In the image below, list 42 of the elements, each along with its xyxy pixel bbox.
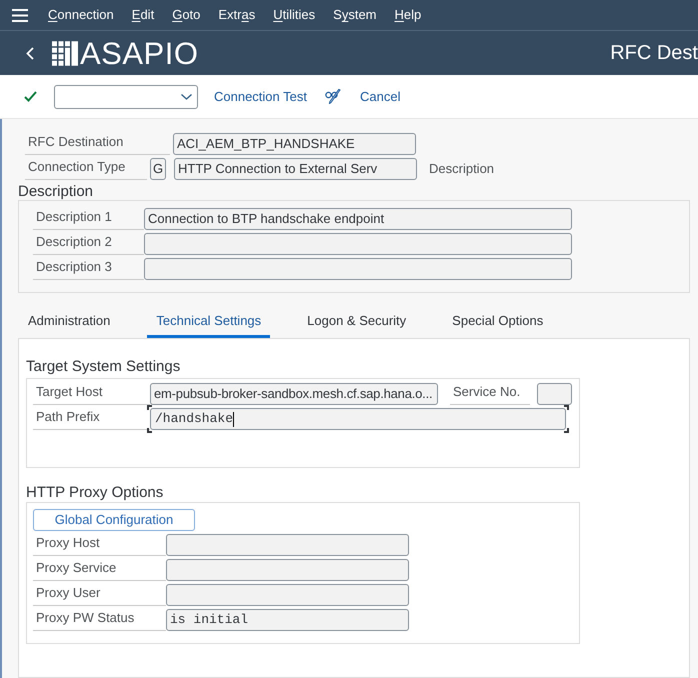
global-configuration-button[interactable]: Global Configuration xyxy=(33,509,195,531)
tab[interactable]: Logon & Security xyxy=(298,305,416,338)
input-field[interactable] xyxy=(144,258,572,280)
dropdown-field[interactable] xyxy=(54,84,198,108)
input-field[interactable] xyxy=(166,559,409,581)
section-heading: Description xyxy=(18,183,94,200)
input-field[interactable] xyxy=(537,383,572,405)
back-icon[interactable] xyxy=(26,46,34,60)
input-field[interactable] xyxy=(166,584,409,606)
field-label: Connection Type xyxy=(25,158,147,180)
logo-icon xyxy=(52,40,78,66)
field-label: Description xyxy=(429,160,494,178)
checkmark-icon[interactable] xyxy=(24,91,37,102)
menu-item[interactable]: Goto xyxy=(172,5,200,25)
menu-item[interactable]: Help xyxy=(394,5,422,25)
tab[interactable]: Administration xyxy=(19,305,120,338)
cancel-button[interactable]: Cancel xyxy=(360,86,400,106)
section-heading: HTTP Proxy Options xyxy=(26,484,164,501)
logo-text: ASAPIO xyxy=(80,38,198,68)
tab[interactable]: Special Options xyxy=(443,305,552,338)
input-field[interactable] xyxy=(166,534,409,556)
input-field[interactable]: Connection to BTP handschake endpoint xyxy=(144,208,572,230)
menu-icon[interactable] xyxy=(12,8,28,22)
input-field[interactable] xyxy=(144,233,572,255)
input-field[interactable]: is initial xyxy=(166,609,409,631)
menu-item[interactable]: Connection xyxy=(48,5,114,25)
field-label: Service No. xyxy=(450,383,530,405)
caret-icon xyxy=(181,94,192,100)
input-field[interactable]: ACI_AEM_BTP_HANDSHAKE xyxy=(173,133,416,155)
menu-item[interactable]: Extras xyxy=(218,5,256,25)
code-field[interactable]: G xyxy=(150,158,166,180)
input-field[interactable]: /handshake xyxy=(147,405,569,433)
page-title: RFC Dest xyxy=(610,41,698,66)
input-field[interactable]: em-pubsub-broker-sandbox.mesh.cf.sap.hana.o... xyxy=(150,383,438,405)
input-field[interactable]: HTTP Connection to External Serv xyxy=(174,158,417,180)
glasses-pencil-icon[interactable] xyxy=(325,89,341,104)
menu-item[interactable]: Utilities xyxy=(273,5,316,25)
menu-item[interactable]: Edit xyxy=(132,5,154,25)
field-label: RFC Destination xyxy=(25,133,170,155)
section-heading: Target System Settings xyxy=(26,358,182,375)
menu-item[interactable]: System xyxy=(333,5,376,25)
connection-test-button[interactable]: Connection Test xyxy=(214,86,307,106)
